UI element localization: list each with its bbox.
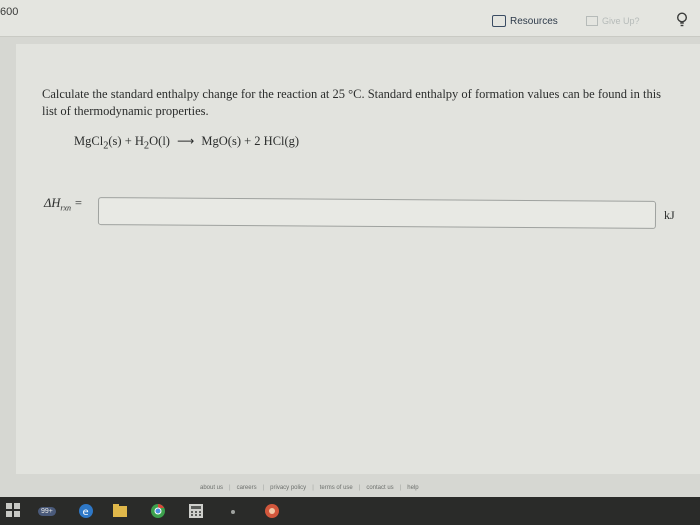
give-up-button[interactable]: Give Up? xyxy=(586,12,640,30)
separator: | xyxy=(358,485,361,491)
hint-lightbulb-icon[interactable] xyxy=(676,12,688,28)
app-icon[interactable] xyxy=(264,503,280,519)
thermo-properties-link[interactable]: list of thermodynamic properties. xyxy=(42,104,209,118)
reactant-state: (s) + H xyxy=(108,134,144,148)
footer-link-contact[interactable]: contact us xyxy=(366,485,393,491)
chrome-icon[interactable] xyxy=(150,503,166,519)
products: MgO(s) + 2 HCl(g) xyxy=(201,134,300,148)
separator: | xyxy=(312,485,314,491)
resources-icon xyxy=(492,15,506,27)
delta-h-label: ΔHrxn = xyxy=(44,196,83,213)
reactant-mgcl: MgCl xyxy=(74,134,104,148)
question-text: Calculate the standard enthalpy change f… xyxy=(42,86,672,120)
footer-link-privacy[interactable]: privacy policy xyxy=(270,485,306,491)
resources-label: Resources xyxy=(510,15,558,27)
footer-link-help[interactable]: help xyxy=(407,485,418,491)
notification-badge: 99+ xyxy=(38,507,56,516)
dot-icon xyxy=(231,510,235,514)
calculator-icon[interactable] xyxy=(188,503,204,519)
resources-button[interactable]: Resources xyxy=(492,12,558,30)
delta-h-symbol: ΔH xyxy=(44,196,61,210)
svg-text:e: e xyxy=(83,507,89,518)
reaction-arrow: ⟶ xyxy=(177,134,195,148)
separator: | xyxy=(399,485,402,491)
give-up-label: Give Up? xyxy=(602,16,640,26)
start-icon[interactable] xyxy=(6,503,20,517)
footer-links: about us | careers | privacy policy | te… xyxy=(200,485,500,491)
edge-browser-icon[interactable]: e xyxy=(78,503,94,519)
score-display: 600 xyxy=(0,6,19,18)
os-taskbar xyxy=(0,497,700,525)
enthalpy-answer-input[interactable] xyxy=(97,197,657,229)
top-bar: 600 Resources Give Up? xyxy=(0,0,700,37)
unit-label: kJ xyxy=(664,208,675,222)
flag-icon xyxy=(586,16,598,26)
separator: | xyxy=(229,485,231,491)
footer-link-terms[interactable]: terms of use xyxy=(320,485,353,491)
reaction-equation: MgCl2(s) + H2O(l) ⟶ MgO(s) + 2 HCl(g) xyxy=(74,134,299,152)
delta-h-subscript: rxn xyxy=(60,203,72,213)
file-explorer-icon[interactable] xyxy=(112,503,128,519)
footer-link-careers[interactable]: careers xyxy=(237,485,257,491)
equals-sign: = xyxy=(71,196,83,210)
separator: | xyxy=(262,485,265,491)
footer-link-about[interactable]: about us xyxy=(200,485,223,491)
reactant-water: O(l) xyxy=(149,134,170,148)
question-prompt: Calculate the standard enthalpy change f… xyxy=(42,87,662,101)
